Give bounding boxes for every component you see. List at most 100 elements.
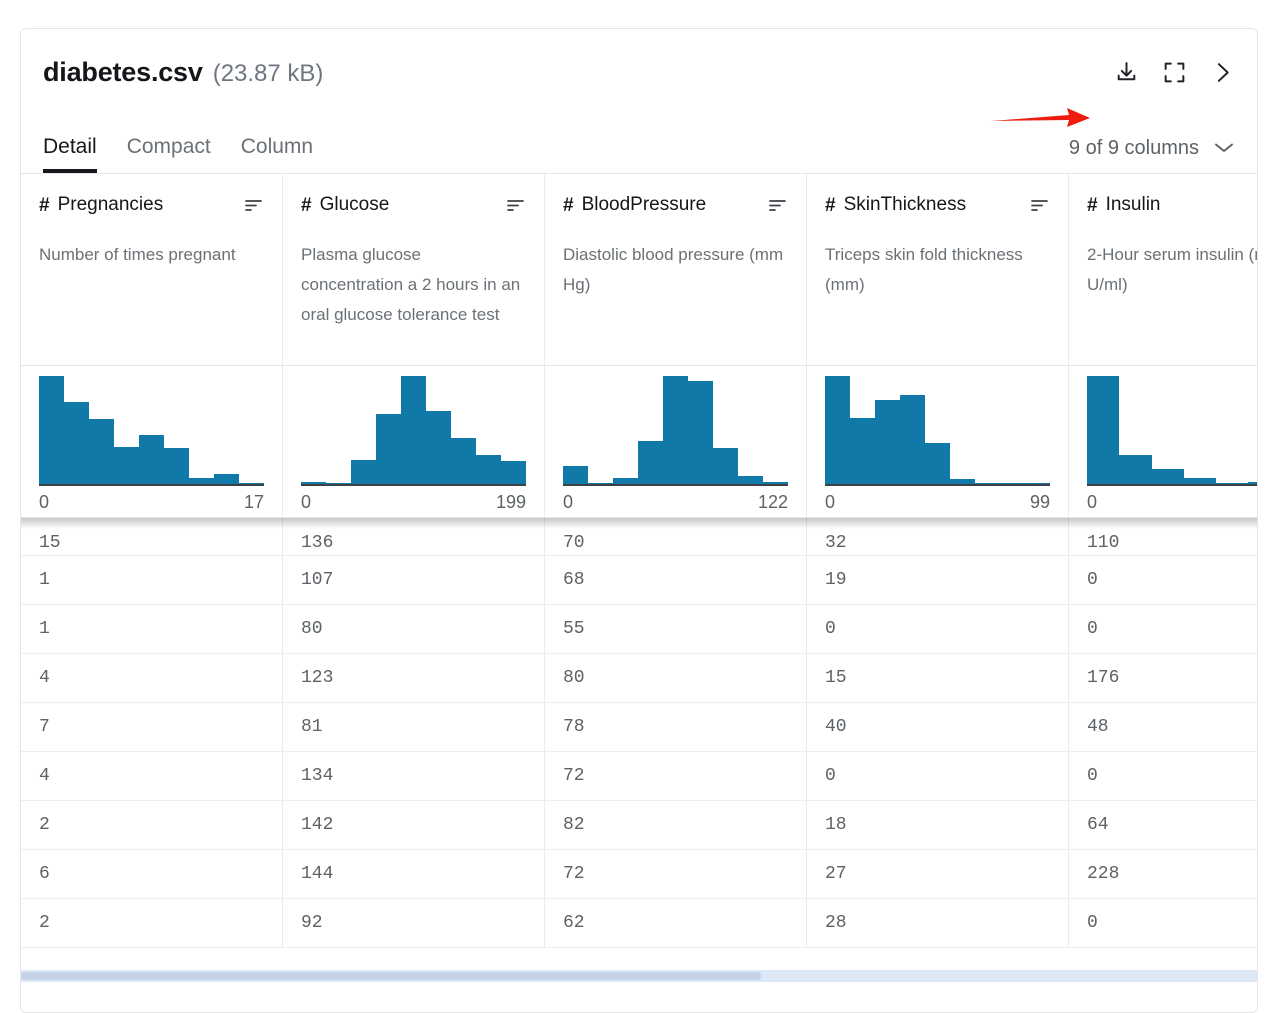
table-row[interactable]: 1 80 55 0 0 — [21, 605, 1257, 654]
table-cell-glucose: 134 — [283, 752, 545, 800]
table-cell-skinthickness: 15 — [807, 654, 1069, 702]
column-header-pregnancies[interactable]: # Pregnancies Number of times pregnant — [21, 174, 283, 365]
sort-icon[interactable] — [244, 197, 264, 213]
histogram-bar — [1151, 468, 1184, 484]
table-row[interactable]: 1 107 68 19 0 — [21, 556, 1257, 605]
sort-icon[interactable] — [768, 197, 788, 213]
histogram-bar — [1025, 482, 1050, 484]
histogram-bar — [376, 413, 401, 484]
histogram-bar — [588, 482, 613, 484]
histogram-bar — [239, 482, 264, 484]
sort-icon[interactable] — [506, 197, 526, 213]
column-header-insulin[interactable]: # Insulin 2-Hour serum insulin (mu U/ml) — [1069, 174, 1257, 365]
table-cell-bloodpressure: 72 — [545, 752, 807, 800]
columns-visibility-dropdown[interactable]: 9 of 9 columns — [1069, 137, 1235, 160]
table-cell-insulin: 228 — [1087, 864, 1120, 884]
histogram-bar — [1087, 376, 1120, 484]
column-header-glucose[interactable]: # Glucose Plasma glucose concentration a… — [283, 174, 545, 365]
number-type-icon: # — [1087, 194, 1098, 216]
table-row[interactable]: 6 144 72 27 228 — [21, 850, 1257, 899]
axis-max-label: 17 — [243, 492, 264, 512]
column-description: Number of times pregnant — [39, 245, 236, 264]
horizontal-scrollbar-thumb[interactable] — [21, 972, 761, 980]
histogram-glucose: 0 199 — [283, 366, 545, 517]
column-header-row: # Pregnancies Number of times pregnant # — [21, 174, 1257, 366]
table-cell-insulin: 110 — [1087, 533, 1120, 553]
table-cell-skinthickness: 28 — [807, 899, 1069, 947]
histogram-bar — [39, 376, 64, 484]
histogram-bar — [501, 461, 526, 484]
histogram-pregnancies: 0 17 — [21, 366, 283, 517]
table-cell-insulin: 0 — [1087, 570, 1098, 590]
table-row[interactable]: 4 123 80 15 176 — [21, 654, 1257, 703]
histogram-bar — [1248, 481, 1257, 484]
histogram-bloodpressure: 0 122 — [545, 366, 807, 517]
card-header: diabetes.csv (23.87 kB) — [21, 29, 1257, 116]
tab-compact[interactable]: Compact — [127, 136, 211, 173]
histogram-bar — [401, 376, 426, 484]
column-name: BloodPressure — [581, 194, 707, 215]
table-cell-skinthickness: 0 — [807, 605, 1069, 653]
number-type-icon: # — [825, 194, 836, 216]
table-cell-insulin: 48 — [1087, 717, 1109, 737]
data-grid: # Pregnancies Number of times pregnant # — [21, 174, 1257, 982]
tab-detail[interactable]: Detail — [43, 136, 97, 173]
histogram-bar — [975, 482, 1000, 484]
sort-icon[interactable] — [1030, 197, 1050, 213]
table-cell-pregnancies: 1 — [21, 605, 283, 653]
histogram-bar — [326, 482, 351, 484]
horizontal-scrollbar[interactable] — [21, 970, 1257, 982]
histogram-bar — [688, 381, 713, 484]
table-cell-bloodpressure: 82 — [545, 801, 807, 849]
table-cell-insulin: 0 — [1087, 913, 1098, 933]
table-cell-bloodpressure: 70 — [545, 518, 807, 555]
histogram-bar — [850, 418, 875, 484]
table-cell-insulin: 64 — [1087, 815, 1109, 835]
table-cell-bloodpressure: 62 — [545, 899, 807, 947]
table-cell-pregnancies: 6 — [21, 850, 283, 898]
file-name: diabetes.csv — [43, 57, 203, 87]
column-description: Plasma glucose concentration a 2 hours i… — [301, 245, 521, 324]
column-header-skinthickness[interactable]: # SkinThickness Triceps skin fold thickn… — [807, 174, 1069, 365]
column-description: Triceps skin fold thickness (mm) — [825, 245, 1023, 294]
view-tabs-bar: Detail Compact Column 9 of 9 columns — [21, 116, 1257, 174]
histogram-bar — [563, 465, 588, 484]
file-size: (23.87 kB) — [212, 60, 324, 87]
histogram-bar — [638, 440, 663, 484]
histogram-bar — [139, 435, 164, 484]
table-cell-skinthickness: 40 — [807, 703, 1069, 751]
histogram-bar — [1000, 482, 1025, 484]
table-cell-bloodpressure: 78 — [545, 703, 807, 751]
axis-max-label: 199 — [495, 492, 526, 512]
table-row[interactable]: 15 136 70 32 110 — [21, 518, 1257, 556]
axis-min-label: 0 — [301, 492, 312, 512]
header-actions — [1113, 60, 1235, 86]
histogram-bar — [925, 442, 950, 484]
table-row[interactable]: 7 81 78 40 48 — [21, 703, 1257, 752]
table-cell-skinthickness: 0 — [807, 752, 1069, 800]
histogram-bar — [426, 410, 451, 484]
histogram-bar — [663, 376, 688, 484]
table-cell-skinthickness: 27 — [807, 850, 1069, 898]
fullscreen-button[interactable] — [1161, 60, 1187, 86]
histogram-bars — [1087, 376, 1257, 486]
column-header-bloodpressure[interactable]: # BloodPressure Diastolic blood pressure… — [545, 174, 807, 365]
download-button[interactable] — [1113, 60, 1139, 86]
table-cell-pregnancies: 4 — [21, 752, 283, 800]
histogram-skinthickness: 0 99 — [807, 366, 1069, 517]
table-cell-glucose: 81 — [283, 703, 545, 751]
table-row[interactable]: 4 134 72 0 0 — [21, 752, 1257, 801]
table-cell-pregnancies: 7 — [21, 703, 283, 751]
table-cell-skinthickness: 32 — [807, 518, 1069, 555]
table-cell-glucose: 80 — [283, 605, 545, 653]
table-body[interactable]: 15 136 70 32 110 1 107 68 19 0 1 80 55 0 0 4 123 80 15 176 7… — [21, 518, 1257, 982]
tab-column[interactable]: Column — [241, 136, 313, 173]
histogram-insulin: 0 — [1069, 366, 1257, 517]
table-cell-glucose: 144 — [283, 850, 545, 898]
table-row[interactable]: 2 92 62 28 0 — [21, 899, 1257, 948]
axis-max-label: 122 — [757, 492, 788, 512]
histogram-bar — [763, 481, 788, 484]
table-row[interactable]: 2 142 82 18 64 — [21, 801, 1257, 850]
histogram-bar — [189, 477, 214, 484]
next-button[interactable] — [1209, 60, 1235, 86]
